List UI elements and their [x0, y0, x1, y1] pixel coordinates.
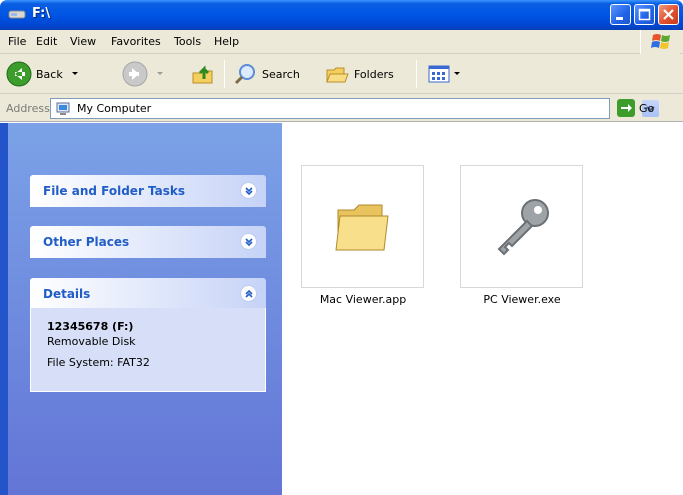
- file-folder-tasks-header[interactable]: File and Folder Tasks: [30, 175, 266, 207]
- expand-chevron-icon[interactable]: [240, 233, 257, 250]
- other-places-title: Other Places: [43, 235, 130, 249]
- file-name: PC Viewer.exe: [483, 293, 561, 306]
- chevron-down-icon: [157, 72, 163, 75]
- up-folder-button[interactable]: [190, 58, 216, 90]
- expand-chevron-icon[interactable]: [240, 182, 257, 199]
- menu-edit[interactable]: Edit: [36, 35, 57, 48]
- folders-icon: [326, 67, 349, 83]
- chevron-down-icon: [71, 72, 78, 75]
- views-button[interactable]: [426, 58, 462, 90]
- address-label: Address: [6, 102, 50, 115]
- my-computer-icon: [55, 101, 71, 117]
- go-label: Go: [639, 101, 655, 115]
- back-arrow-icon: [6, 61, 32, 87]
- drive-name: 12345678 (F:): [47, 320, 134, 333]
- file-thumbnail[interactable]: [460, 165, 583, 288]
- go-button[interactable]: Go: [617, 99, 654, 117]
- key-icon: [497, 199, 549, 256]
- close-button[interactable]: [658, 4, 679, 25]
- left-window-edge: [0, 123, 8, 495]
- toolbar: Back Search Folders: [0, 54, 683, 94]
- details-title: Details: [43, 287, 91, 301]
- minimize-button[interactable]: [610, 4, 631, 25]
- drive-icon: [8, 8, 26, 20]
- file-thumbnail[interactable]: [301, 165, 424, 288]
- forward-arrow-icon: [122, 61, 148, 87]
- details-header[interactable]: Details: [30, 278, 266, 310]
- title-bar[interactable]: F:\: [0, 0, 683, 30]
- views-icon: [428, 65, 450, 83]
- details-panel: 12345678 (F:) Removable Disk File System…: [30, 308, 266, 392]
- chevron-down-icon: [454, 72, 460, 75]
- file-folder-tasks-title: File and Folder Tasks: [43, 184, 186, 198]
- go-arrow-icon: [617, 99, 635, 117]
- back-label: Back: [36, 67, 63, 81]
- folders-button[interactable]: Folders: [324, 58, 394, 90]
- folders-label: Folders: [354, 67, 394, 81]
- windows-logo-icon: [640, 30, 680, 54]
- drive-filesystem: File System: FAT32: [47, 356, 150, 369]
- menu-tools[interactable]: Tools: [174, 35, 201, 48]
- collapse-chevron-icon[interactable]: [240, 285, 257, 302]
- menu-bar: File Edit View Favorites Tools Help: [0, 30, 683, 54]
- maximize-button[interactable]: [634, 4, 655, 25]
- menu-help[interactable]: Help: [214, 35, 239, 48]
- search-button[interactable]: Search: [232, 58, 300, 90]
- address-input[interactable]: My Computer: [50, 98, 659, 119]
- address-bar: Address My Computer Go: [0, 94, 683, 122]
- folder-icon: [335, 204, 389, 251]
- menu-favorites[interactable]: Favorites: [111, 35, 161, 48]
- other-places-header[interactable]: Other Places: [30, 226, 266, 258]
- window-title: F:\: [32, 6, 51, 21]
- menu-view[interactable]: View: [70, 35, 96, 48]
- forward-button[interactable]: [122, 58, 166, 90]
- menu-file[interactable]: File: [8, 35, 26, 48]
- up-folder-icon: [192, 65, 213, 84]
- back-button[interactable]: Back: [6, 58, 81, 90]
- drive-type: Removable Disk: [47, 335, 136, 348]
- search-icon: [234, 64, 255, 85]
- file-name: Mac Viewer.app: [319, 293, 407, 306]
- address-value: My Computer: [77, 102, 152, 115]
- search-label: Search: [262, 67, 300, 81]
